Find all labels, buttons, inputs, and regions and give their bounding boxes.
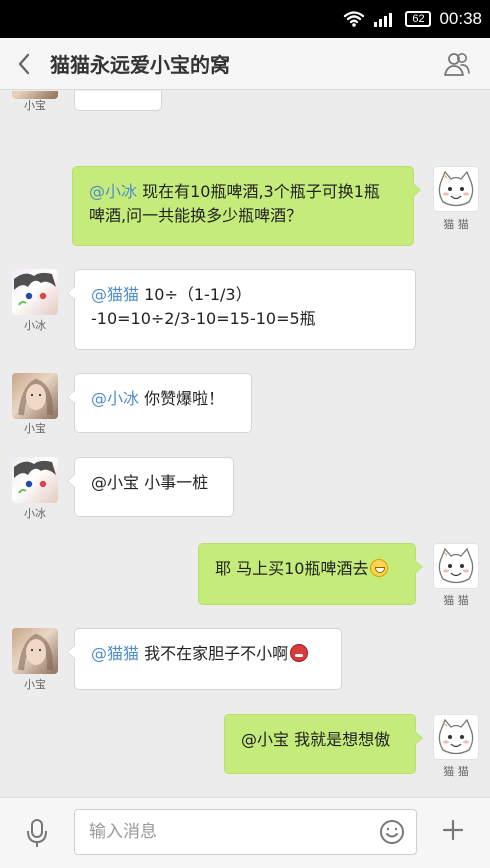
message-text: 你赞爆啦！	[139, 389, 225, 408]
portrait-avatar-icon	[18, 633, 54, 671]
message-bubble[interactable]: 耶 马上买10瓶啤酒去	[198, 543, 423, 605]
battery-icon: 62	[405, 11, 432, 27]
chat-area: 小宝 @小冰 现在有10瓶啤酒,3个瓶子可换1瓶 啤酒,问一共能换多少瓶啤酒？ …	[0, 91, 490, 797]
cartoon-avatar-icon	[14, 460, 56, 494]
navigation-bar: 猫猫永远爱小宝的窝	[0, 38, 490, 90]
status-bar: 62 00:38	[0, 0, 490, 38]
avatar-name-xiaobing: 小冰	[24, 507, 46, 520]
avatar-name-xiaobao: 小宝	[24, 678, 46, 691]
avatar-xiaobao[interactable]	[12, 628, 58, 674]
grin-emoji-icon	[370, 559, 389, 577]
signal-icon	[374, 13, 393, 27]
avatar-xiaobing[interactable]	[12, 457, 58, 503]
avatar-name-xiaobao: 小宝	[24, 99, 46, 112]
message-mention: @猫猫	[91, 285, 140, 304]
message-mention: @小冰	[91, 389, 140, 408]
avatar-maomao[interactable]	[433, 166, 479, 212]
cat-avatar-icon	[438, 718, 474, 755]
clock-time: 00:38	[439, 9, 482, 28]
cat-avatar-icon	[438, 547, 474, 584]
avatar-maomao[interactable]	[433, 543, 479, 589]
avatar-name-xiaobing: 小冰	[24, 319, 46, 332]
chat-title: 猫猫永远爱小宝的窝	[50, 53, 230, 77]
back-arrow-icon	[18, 53, 30, 74]
message-bubble[interactable]: @小宝 我就是想想傲	[224, 714, 423, 774]
message-bubble[interactable]: @猫猫 我不在家胆子不小啊	[67, 628, 342, 690]
plus-icon[interactable]	[440, 817, 466, 843]
message-text: -10=10÷2/3-10=15-10=5瓶	[91, 309, 316, 328]
avatar-maomao[interactable]	[433, 714, 479, 760]
back-button[interactable]	[0, 38, 48, 90]
avatar-name-maomao: 猫 猫	[443, 765, 469, 778]
emoji-icon[interactable]	[379, 819, 405, 845]
message-text: @小宝 我就是想想傲	[241, 730, 391, 749]
microphone-icon[interactable]	[23, 818, 51, 848]
message-bubble[interactable]: @小冰 你赞爆啦！	[67, 373, 252, 433]
message-text: @小宝 小事一桩	[91, 473, 209, 492]
message-text: 啤酒,问一共能换多少瓶啤酒？	[89, 206, 303, 225]
message-text: 10÷（1-1/3）	[139, 285, 252, 304]
message-bubble[interactable]: @小冰 现在有10瓶啤酒,3个瓶子可换1瓶 啤酒,问一共能换多少瓶啤酒？	[72, 166, 421, 246]
avatar-xiaobing[interactable]	[12, 269, 58, 315]
message-text: 我不在家胆子不小啊	[139, 644, 289, 663]
message-bubble[interactable]: @猫猫 10÷（1-1/3） -10=10÷2/3-10=15-10=5瓶	[67, 269, 416, 350]
message-input-bar	[0, 797, 490, 868]
cat-avatar-icon	[438, 170, 474, 207]
message-text: 耶 马上买10瓶啤酒去	[215, 559, 369, 578]
portrait-avatar-icon	[18, 378, 54, 416]
angry-emoji-icon	[290, 644, 309, 662]
group-members-icon[interactable]	[442, 50, 472, 80]
wifi-icon	[344, 11, 365, 27]
avatar-xiaobao[interactable]	[12, 373, 58, 419]
message-bubble[interactable]: @小宝 小事一桩	[67, 457, 234, 517]
avatar-name-xiaobao: 小宝	[24, 422, 46, 435]
avatar-name-maomao: 猫 猫	[443, 594, 469, 607]
message-mention: @猫猫	[91, 644, 140, 663]
message-mention: @小冰	[89, 182, 138, 201]
message-text: 现在有10瓶啤酒,3个瓶子可换1瓶	[137, 182, 380, 201]
message-input[interactable]	[74, 809, 417, 855]
cartoon-avatar-icon	[14, 272, 56, 306]
avatar-name-maomao: 猫 猫	[443, 218, 469, 231]
partial-message-bubble	[74, 91, 162, 111]
